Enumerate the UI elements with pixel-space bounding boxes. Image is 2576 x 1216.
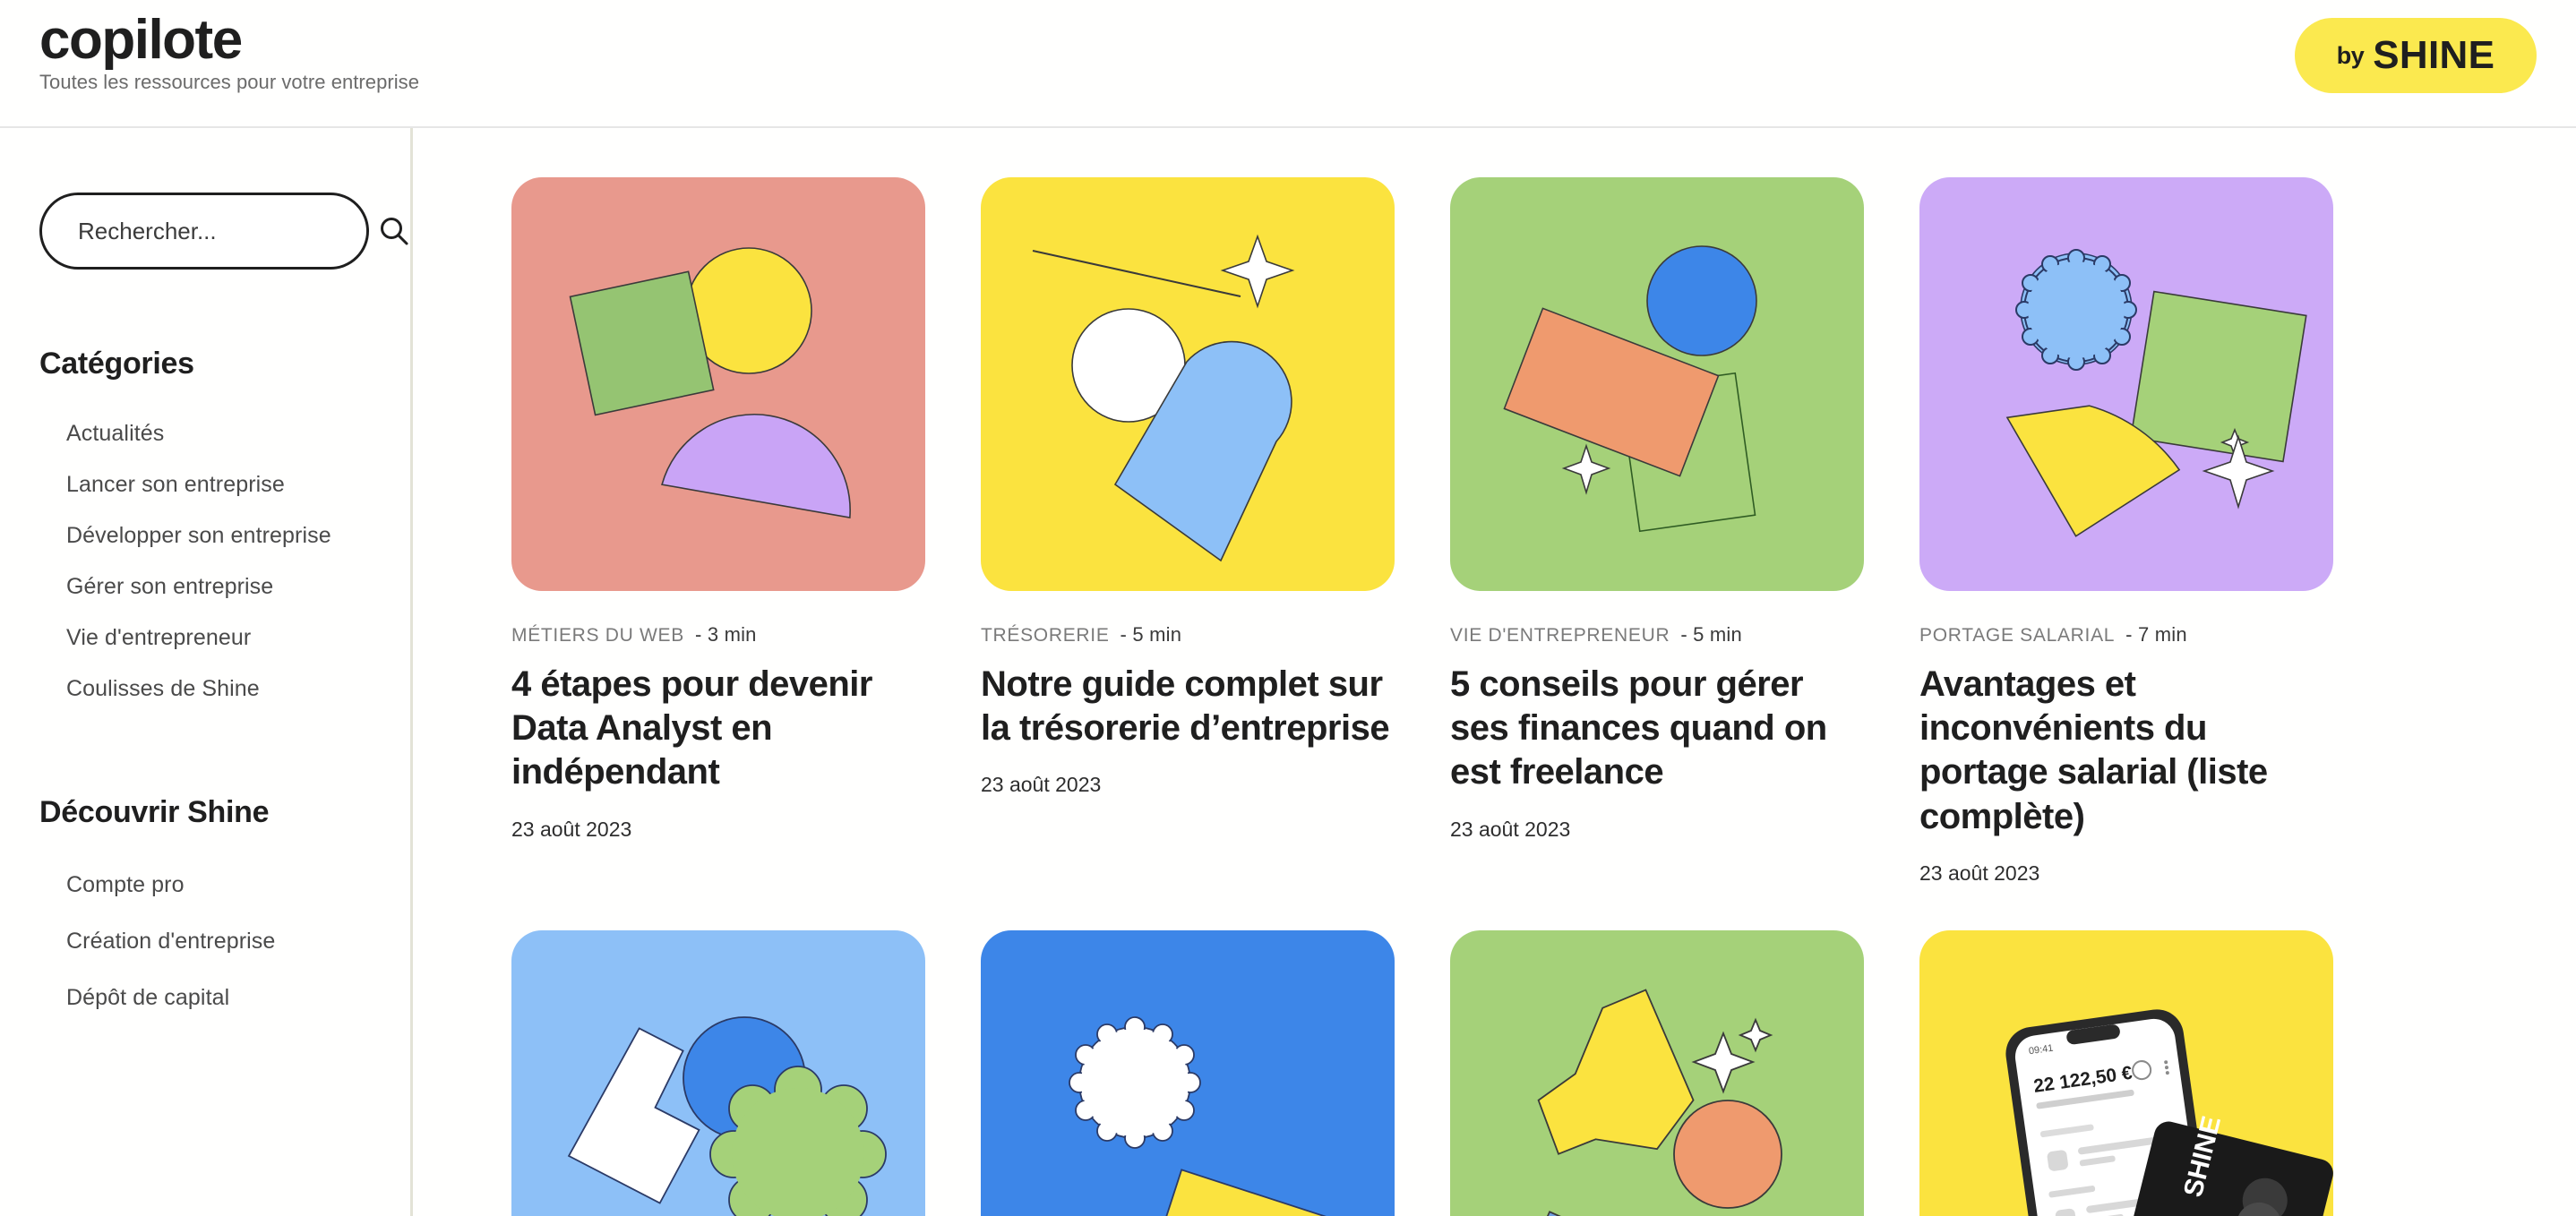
categories-list: Actualités Lancer son entreprise Dévelop… [0,408,410,715]
article-date: 23 août 2023 [1919,861,2040,885]
sidebar-item-actualites[interactable]: Actualités [0,408,410,459]
article-category: VIE D'ENTREPRENEUR [1450,625,1670,646]
article-title[interactable]: Avantages et inconvénients du portage sa… [1919,663,2333,839]
brand-title: copilote [39,9,243,71]
list-item: Actualités [0,408,410,459]
article-title[interactable]: 5 conseils pour gérer ses finances quand… [1450,663,1864,795]
sidebar-item-gerer-son-entreprise[interactable]: Gérer son entreprise [0,561,410,612]
article-thumbnail-shapes-salmon[interactable] [511,177,925,591]
sidebar-item-depot-de-capital[interactable]: Dépôt de capital [0,970,410,1026]
article-grid: MÉTIERS DU WEB - 3 min 4 étapes pour dev… [511,177,2522,1216]
article-duration: - 7 min [2125,623,2187,646]
list-item: Coulisses de Shine [0,664,410,715]
page-root: copilote Toutes les ressources pour votr… [0,0,2576,1216]
article-category: PORTAGE SALARIAL [1919,625,2116,646]
article-card[interactable] [511,929,925,1216]
article-thumbnail-shapes-blue[interactable] [981,929,1395,1216]
article-card[interactable]: TRÉSORERIE - 5 min Notre guide complet s… [981,177,1395,886]
article-category: TRÉSORERIE [981,625,1110,646]
list-item: Dépôt de capital [0,970,410,1026]
article-card[interactable] [981,929,1395,1216]
badge-shine-label: SHINE [2373,33,2495,77]
article-grid-container: MÉTIERS DU WEB - 3 min 4 étapes pour dev… [413,128,2576,1216]
body-wrapper: Catégories Actualités Lancer son entrepr… [0,128,2576,1216]
article-thumbnail-shapes-green[interactable] [1450,177,1864,591]
discover-list: Compte pro Création d'entreprise Dépôt d… [0,857,410,1026]
article-duration: - 5 min [1120,623,1182,646]
article-date: 23 août 2023 [1450,817,1571,841]
article-title[interactable]: Notre guide complet sur la trésorerie d’… [981,663,1395,750]
article-thumbnail-shapes-purple[interactable] [1919,177,2333,591]
sidebar-item-vie-d-entrepreneur[interactable]: Vie d'entrepreneur [0,612,410,664]
article-date: 23 août 2023 [981,773,1102,797]
brand-block[interactable]: copilote Toutes les ressources pour votr… [39,11,419,94]
site-header: copilote Toutes les ressources pour votr… [0,0,2576,128]
list-item: Gérer son entreprise [0,561,410,612]
sidebar-item-coulisses-de-shine[interactable]: Coulisses de Shine [0,664,410,715]
article-thumbnail-shapes-lightblue[interactable] [511,929,925,1216]
discover-heading: Découvrir Shine [39,795,270,829]
article-duration: - 5 min [1680,623,1742,646]
sidebar: Catégories Actualités Lancer son entrepr… [0,128,413,1216]
article-thumbnail-phone-card[interactable]: 09:41 22 122,50 € SHINE [1919,929,2333,1216]
list-item: Développer son entreprise [0,510,410,561]
article-meta: VIE D'ENTREPRENEUR - 5 min [1450,623,1864,647]
article-meta: PORTAGE SALARIAL - 7 min [1919,623,2333,647]
article-card[interactable]: 09:41 22 122,50 € SHINE [1919,929,2333,1216]
sidebar-item-developper-son-entreprise[interactable]: Développer son entreprise [0,510,410,561]
list-item: Compte pro [0,857,410,913]
by-shine-badge[interactable]: by SHINE [2295,18,2537,93]
article-thumbnail-shapes-green-two[interactable] [1450,929,1864,1216]
article-thumbnail-shapes-yellow[interactable] [981,177,1395,591]
article-card[interactable]: VIE D'ENTREPRENEUR - 5 min 5 conseils po… [1450,177,1864,886]
sidebar-item-compte-pro[interactable]: Compte pro [0,857,410,913]
article-duration: - 3 min [694,623,757,646]
categories-heading: Catégories [39,347,194,381]
article-meta: MÉTIERS DU WEB - 3 min [511,623,925,647]
search-box[interactable] [39,193,408,270]
brand-subtitle: Toutes les ressources pour votre entrepr… [39,71,420,94]
article-card[interactable]: PORTAGE SALARIAL - 7 min Avantages et in… [1919,177,2333,886]
article-date: 23 août 2023 [511,817,632,841]
search-icon[interactable] [378,215,410,247]
sidebar-item-lancer-son-entreprise[interactable]: Lancer son entreprise [0,459,410,510]
article-title[interactable]: 4 étapes pour devenir Data Analyst en in… [511,663,925,795]
list-item: Création d'entreprise [0,913,410,970]
article-card[interactable]: MÉTIERS DU WEB - 3 min 4 étapes pour dev… [511,177,925,886]
article-meta: TRÉSORERIE - 5 min [981,623,1395,647]
search-input[interactable] [78,217,378,245]
list-item: Lancer son entreprise [0,459,410,510]
list-item: Vie d'entrepreneur [0,612,410,664]
article-category: MÉTIERS DU WEB [511,625,684,646]
article-card[interactable] [1450,929,1864,1216]
sidebar-item-creation-d-entreprise[interactable]: Création d'entreprise [0,913,410,970]
badge-by-label: by [2336,41,2365,69]
